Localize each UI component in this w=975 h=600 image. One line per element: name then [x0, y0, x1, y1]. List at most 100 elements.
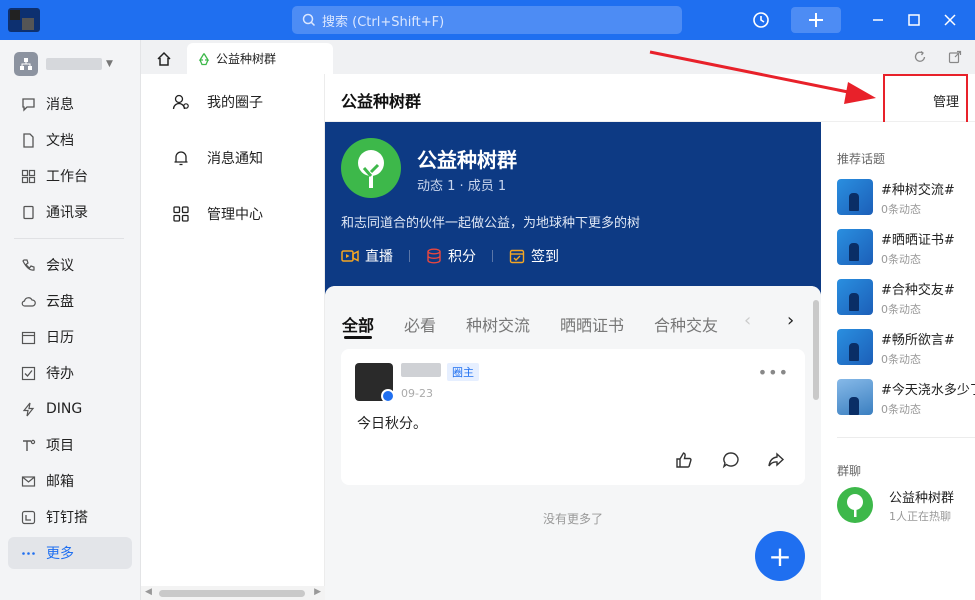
nav-item-label: DING	[46, 401, 83, 417]
subnav-label: 消息通知	[207, 151, 263, 167]
more-options-icon[interactable]: •••	[758, 363, 789, 382]
search-input[interactable]: 搜索 (Ctrl+Shift+F)	[292, 6, 682, 34]
minimize-button[interactable]	[865, 7, 891, 33]
mail-icon	[20, 473, 36, 489]
feed-tab-friends[interactable]: 合种交友	[654, 312, 718, 336]
post-date: 09-23	[401, 387, 433, 400]
nav-item-more[interactable]: 更多	[8, 537, 132, 569]
scroll-left-icon[interactable]: ◀	[145, 587, 152, 597]
nav-item-label: 日历	[46, 330, 74, 346]
add-button[interactable]	[791, 7, 841, 33]
feed-tab-all[interactable]: 全部	[342, 312, 374, 336]
post-card[interactable]: 圈主 09-23 ••• 今日秋分。	[341, 349, 805, 485]
topic-name: #种树交流#	[881, 183, 955, 198]
topic-item[interactable]: #畅所欲言# 0条动态	[837, 327, 975, 367]
subnav-admin-center[interactable]: 管理中心	[171, 204, 263, 224]
subnav-my-circles[interactable]: 我的圈子	[171, 92, 263, 112]
topic-item[interactable]: #晒晒证书# 0条动态	[837, 227, 975, 267]
nav-item-docs[interactable]: 文档	[8, 124, 132, 156]
close-button[interactable]	[937, 7, 963, 33]
action-separator	[492, 250, 493, 262]
create-post-button[interactable]: +	[755, 531, 805, 581]
topic-count: 0条动态	[881, 203, 921, 216]
chat-name[interactable]: 公益种树群	[889, 487, 954, 506]
avatar[interactable]	[355, 363, 395, 403]
nav-item-workbench[interactable]: 工作台	[8, 160, 132, 192]
topic-image	[837, 279, 873, 315]
action-label: 签到	[531, 249, 559, 265]
recycle-icon	[198, 52, 210, 65]
live-button[interactable]: 直播	[341, 246, 393, 266]
group-name: 公益种树群	[417, 148, 517, 172]
checkin-button[interactable]: 签到	[509, 246, 559, 266]
topic-item[interactable]: #合种交友# 0条动态	[837, 277, 975, 317]
feed-tab-must-read[interactable]: 必看	[404, 312, 436, 336]
contacts-icon	[20, 204, 36, 220]
nav-item-calendar[interactable]: 日历	[8, 321, 132, 353]
topic-count: 0条动态	[881, 353, 921, 366]
nav-item-label: 云盘	[46, 294, 74, 310]
nav-item-contacts[interactable]: 通讯录	[8, 196, 132, 228]
nav-item-project[interactable]: 项目	[8, 429, 132, 461]
tree-icon[interactable]	[837, 487, 873, 523]
points-icon	[427, 248, 441, 264]
nav-item-label: 更多	[46, 546, 74, 562]
search-icon	[302, 13, 316, 27]
action-label: 直播	[365, 249, 393, 265]
scroll-thumb[interactable]	[159, 590, 305, 597]
project-icon	[20, 437, 36, 453]
title-bar: 搜索 (Ctrl+Shift+F)	[0, 0, 975, 40]
subnav-notifications[interactable]: 消息通知	[171, 148, 263, 168]
nav-item-label: 文档	[46, 133, 74, 149]
sub-nav: 我的圈子 消息通知 管理中心 ◀ ▶	[141, 74, 325, 600]
topic-count: 0条动态	[881, 403, 921, 416]
action-separator	[409, 250, 410, 262]
topic-name: #畅所欲言#	[881, 333, 955, 348]
left-nav: ▼ 消息 文档 工作台 通讯录 会议 云盘 日历 待办 DING 项目 邮箱 钉…	[0, 40, 141, 600]
topic-item[interactable]: #种树交流# 0条动态	[837, 177, 975, 217]
topic-name: #合种交友#	[881, 283, 955, 298]
plus-icon	[809, 13, 823, 27]
history-icon[interactable]	[748, 7, 774, 33]
chevron-down-icon: ▼	[106, 59, 113, 69]
tabs-prev-icon[interactable]: ‹	[744, 310, 751, 331]
refresh-icon[interactable]	[911, 48, 929, 66]
home-icon[interactable]	[149, 44, 179, 74]
nav-item-meeting[interactable]: 会议	[8, 249, 132, 281]
nav-item-ding[interactable]: DING	[8, 393, 132, 425]
nav-item-builder[interactable]: 钉钉搭	[8, 501, 132, 533]
topic-item[interactable]: #今天浇水多少了 0条动态	[837, 377, 975, 417]
org-icon	[14, 52, 38, 76]
nav-item-label: 邮箱	[46, 474, 74, 490]
org-switcher[interactable]: ▼	[14, 52, 113, 76]
post-username-redacted	[401, 363, 441, 377]
horizontal-scrollbar[interactable]: ◀ ▶	[141, 586, 325, 600]
points-button[interactable]: 积分	[426, 246, 476, 266]
nav-item-mail[interactable]: 邮箱	[8, 465, 132, 497]
nav-item-label: 钉钉搭	[46, 510, 88, 526]
nav-item-label: 工作台	[46, 169, 88, 185]
maximize-button[interactable]	[901, 7, 927, 33]
nav-item-todo[interactable]: 待办	[8, 357, 132, 389]
topics-title: 推荐话题	[837, 152, 886, 166]
nav-item-messages[interactable]: 消息	[8, 88, 132, 120]
share-icon[interactable]	[765, 449, 787, 471]
nav-item-cloud[interactable]: 云盘	[8, 285, 132, 317]
tabs-next-icon[interactable]: ›	[787, 310, 794, 331]
scroll-right-icon[interactable]: ▶	[314, 587, 321, 597]
grid-icon	[171, 204, 191, 224]
feed-tab-planting[interactable]: 种树交流	[466, 312, 530, 336]
open-external-icon[interactable]	[946, 48, 964, 66]
feed-tab-certificates[interactable]: 晒晒证书	[560, 312, 624, 336]
annotation-arrow-icon	[649, 50, 876, 104]
topic-image	[837, 179, 873, 215]
like-icon[interactable]	[673, 449, 695, 471]
vertical-scrollbar[interactable]	[813, 300, 819, 400]
topic-image	[837, 379, 873, 415]
message-icon	[20, 96, 36, 112]
active-tab-indicator	[344, 336, 372, 339]
nav-item-label: 通讯录	[46, 205, 88, 221]
tab-group[interactable]: 公益种树群	[187, 43, 333, 74]
topic-count: 0条动态	[881, 303, 921, 316]
comment-icon[interactable]	[720, 449, 742, 471]
